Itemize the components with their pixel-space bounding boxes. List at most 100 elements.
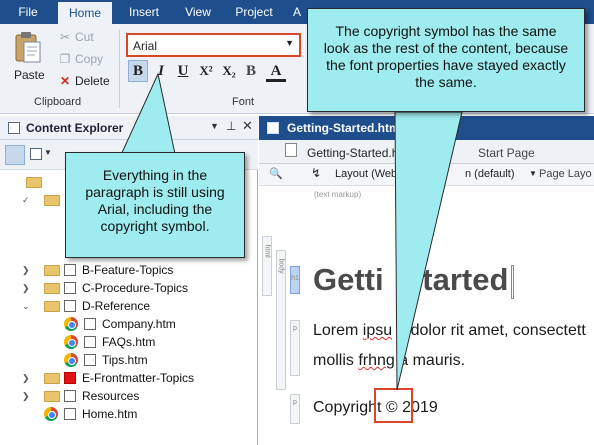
italic-button[interactable]: I — [151, 60, 171, 82]
subtab-getting-started[interactable]: Getting-Started.ht — [307, 146, 402, 160]
tree-item[interactable]: ❯ C-Procedure-Topics — [22, 279, 252, 297]
structure-bar-label: p — [293, 399, 297, 406]
paragraph-text: dolor rit amet, consectett — [406, 322, 586, 339]
chevron-expanded-icon: ✓ — [22, 195, 30, 205]
document-heading[interactable]: Getti Started — [313, 262, 515, 299]
copy-label: Copy — [75, 52, 104, 66]
editor-canvas[interactable]: (text markup) html body h1 p p Getti Star… — [259, 186, 594, 445]
close-icon[interactable]: ✕ — [242, 118, 253, 134]
tree-item[interactable]: ❯ E-Frontmatter-Topics — [22, 369, 252, 387]
chrome-icon — [64, 317, 78, 331]
checkbox[interactable] — [64, 264, 76, 276]
clipboard-icon — [15, 32, 41, 63]
underline-button[interactable]: U — [173, 60, 193, 82]
tree-item-label: B-Feature-Topics — [82, 263, 174, 277]
misspelled-word: frhng — [358, 352, 395, 369]
chevron-down-icon: ▼ — [285, 38, 294, 48]
font-color-button[interactable]: A — [266, 60, 286, 82]
left-callout: Everything in the paragraph is still usi… — [65, 152, 245, 258]
tree-item[interactable]: ⌄ D-Reference — [22, 297, 252, 315]
delete-button[interactable]: ✕ Delete — [58, 74, 110, 88]
checkbox[interactable] — [84, 354, 96, 366]
checkbox-red[interactable] — [64, 372, 76, 384]
document-icon — [267, 122, 279, 134]
text-caret — [511, 264, 515, 299]
chevron-right-icon: ❯ — [22, 265, 30, 275]
font-family-value: Arial — [133, 39, 158, 53]
tab-insert[interactable]: Insert — [118, 0, 170, 24]
zoom-icon[interactable]: 🔍 — [269, 167, 283, 180]
structure-bar-p[interactable]: p — [290, 394, 300, 424]
tree-item[interactable]: Tips.htm — [62, 351, 252, 369]
structure-bar-p[interactable]: p — [290, 320, 300, 376]
misspelled-word: ipsu — [362, 322, 393, 339]
tree-item-partial[interactable] — [22, 173, 62, 191]
cut-label: Cut — [75, 30, 94, 44]
delete-label: Delete — [75, 74, 110, 88]
layout-select[interactable]: Layout (Web — [335, 168, 397, 180]
text-markup-label: (text markup) — [314, 190, 362, 199]
checkbox[interactable] — [64, 282, 76, 294]
tree-item-label: Company.htm — [102, 317, 176, 331]
structure-bar-label: html — [263, 244, 271, 258]
tree-item-partial[interactable]: ✓ — [22, 191, 62, 209]
tree-item[interactable]: Home.htm — [42, 405, 252, 423]
tab-project[interactable]: Project — [226, 0, 282, 24]
checkbox[interactable] — [84, 336, 96, 348]
font-family-select[interactable]: Arial ▼ — [126, 33, 301, 57]
folder-icon — [44, 391, 60, 402]
tab-file[interactable]: File — [4, 0, 52, 24]
tree-item[interactable]: Company.htm — [62, 315, 252, 333]
chevron-down-icon[interactable]: ▼ — [529, 169, 537, 178]
folder-icon — [44, 283, 60, 294]
paragraph-line[interactable]: Lorem ipsu dolor rit amet, consectett — [313, 322, 586, 340]
tree-item[interactable]: ❯ Resources — [22, 387, 252, 405]
tab-view[interactable]: View — [176, 0, 220, 24]
pin-icon[interactable]: ⊥ — [226, 119, 236, 133]
structure-bar-label: h1 — [291, 275, 299, 282]
tab-home[interactable]: Home — [58, 0, 112, 24]
file-view-icon[interactable] — [30, 148, 42, 160]
folder-view-icon[interactable] — [5, 145, 25, 165]
superscript-button[interactable]: X² — [196, 60, 216, 82]
cut-button[interactable]: ✂ Cut — [58, 30, 94, 44]
structure-bar-h1[interactable]: h1 — [290, 266, 300, 294]
paragraph-line[interactable]: mollis frhng a mauris. — [313, 352, 465, 370]
paste-button[interactable]: Paste — [8, 30, 50, 90]
tree-item-label: Resources — [82, 389, 140, 403]
tree-item[interactable]: FAQs.htm — [62, 333, 252, 351]
editor-document-tab[interactable]: Getting-Started.htm — [287, 121, 400, 135]
folder-icon — [26, 177, 42, 188]
structure-bar-label: body — [277, 258, 285, 274]
group-divider — [119, 30, 120, 108]
clear-formatting-label: B — [245, 63, 256, 79]
copyright-highlight-box — [374, 388, 413, 423]
chevron-down-icon[interactable]: ▼ — [44, 148, 52, 157]
structure-bar-body[interactable]: body — [276, 250, 286, 390]
tab-partial[interactable]: A — [290, 0, 304, 24]
tree-item-label: Home.htm — [82, 407, 138, 421]
checkbox[interactable] — [64, 300, 76, 312]
medium-select[interactable]: n (default) — [465, 168, 515, 180]
copy-button[interactable]: ❐ Copy — [58, 52, 103, 66]
checkbox[interactable] — [64, 408, 76, 420]
font-group-label: Font — [232, 96, 255, 108]
chevron-down-icon[interactable]: ▼ — [210, 121, 219, 131]
delete-x-icon: ✕ — [59, 74, 71, 88]
copy-icon: ❐ — [59, 52, 71, 66]
page-layout-select[interactable]: Page Layo — [539, 168, 592, 180]
scissors-icon: ✂ — [59, 30, 71, 44]
tree-item-label: Tips.htm — [102, 353, 148, 367]
subtab-start-page[interactable]: Start Page — [478, 146, 535, 160]
chrome-icon — [44, 407, 58, 421]
heading-text-part: Getti — [313, 262, 384, 297]
structure-bar-html[interactable]: html — [262, 236, 272, 296]
heading-text-part: Started — [401, 262, 509, 297]
subscript-button[interactable]: X₂ — [219, 60, 239, 82]
clear-formatting-button[interactable]: B — [241, 60, 261, 82]
checkbox[interactable] — [64, 390, 76, 402]
tree-item[interactable]: ❯ B-Feature-Topics — [22, 261, 252, 279]
right-callout-text: The copyright symbol has the same look a… — [323, 23, 569, 90]
checkbox[interactable] — [84, 318, 96, 330]
bold-button[interactable]: B — [128, 60, 148, 82]
